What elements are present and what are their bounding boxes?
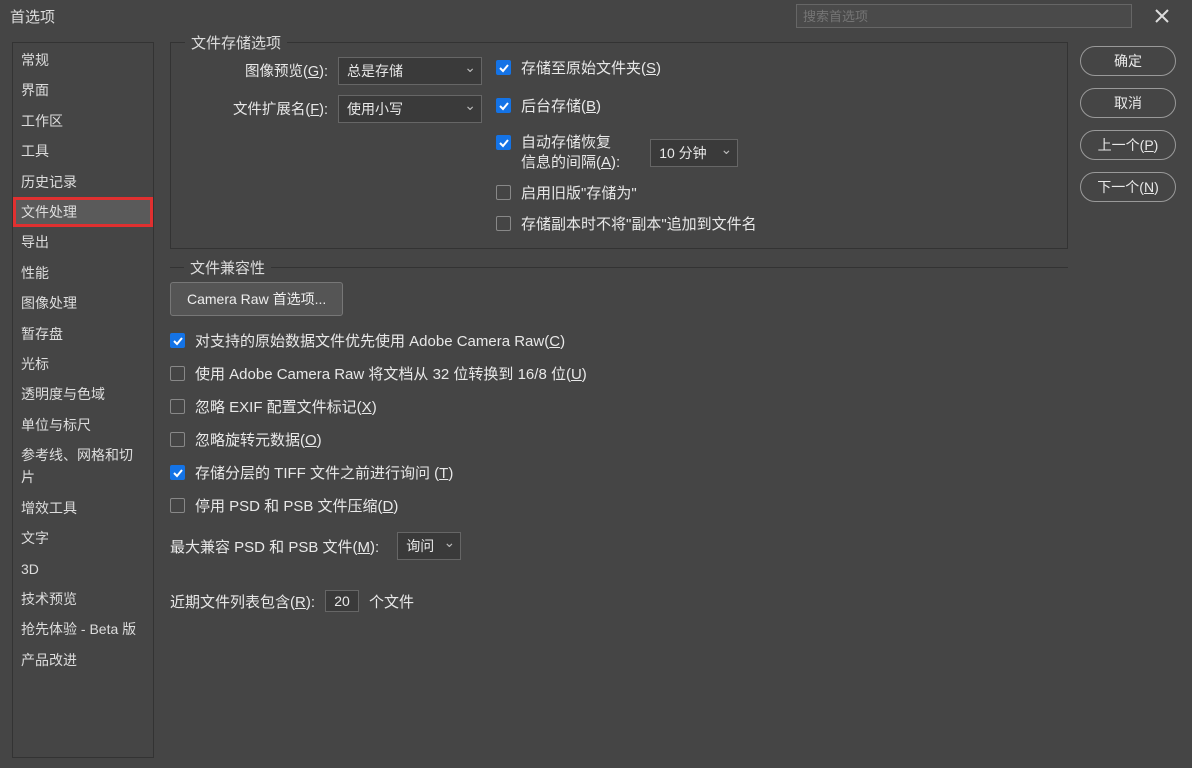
input-recent-count[interactable]: [325, 590, 359, 612]
checkbox-acr-32bit[interactable]: [170, 366, 185, 381]
window-title: 首选项: [10, 6, 55, 27]
label-recent-suffix: 个文件: [369, 591, 414, 612]
sidebar-item-guides[interactable]: 参考线、网格和切片: [13, 440, 153, 493]
sidebar-item-plugins[interactable]: 增效工具: [13, 493, 153, 523]
camera-raw-prefs-button[interactable]: Camera Raw 首选项...: [170, 282, 343, 316]
fieldset-legend-saving: 文件存储选项: [185, 32, 287, 53]
ok-button[interactable]: 确定: [1080, 46, 1176, 76]
label-save-original: 存储至原始文件夹(S): [521, 57, 661, 78]
fieldset-file-compatibility: 文件兼容性 Camera Raw 首选项... 对支持的原始数据文件优先使用 A…: [170, 267, 1068, 626]
label-ignore-rotation: 忽略旋转元数据(O): [195, 429, 322, 450]
label-ignore-exif: 忽略 EXIF 配置文件标记(X): [195, 396, 377, 417]
checkbox-save-original-folder[interactable]: [496, 60, 511, 75]
fieldset-file-saving: 文件存储选项 图像预览(G): 总是存储 存储至原始文件夹(S): [170, 42, 1068, 249]
fieldset-legend-compat: 文件兼容性: [184, 257, 271, 278]
sidebar-item-cursors[interactable]: 光标: [13, 349, 153, 379]
label-background-save: 后台存储(B): [521, 95, 601, 116]
label-recent-files: 近期文件列表包含(R):: [170, 591, 315, 612]
sidebar: 常规 界面 工作区 工具 历史记录 文件处理 导出 性能 图像处理 暂存盘 光标…: [12, 42, 154, 758]
sidebar-item-type[interactable]: 文字: [13, 523, 153, 553]
checkbox-prefer-acr[interactable]: [170, 333, 185, 348]
label-legacy-save-as: 启用旧版"存储为": [521, 182, 637, 203]
select-max-psd-compat[interactable]: 询问: [397, 532, 461, 560]
select-image-preview[interactable]: 总是存储: [338, 57, 482, 85]
cancel-button[interactable]: 取消: [1080, 88, 1176, 118]
sidebar-item-performance[interactable]: 性能: [13, 258, 153, 288]
prev-button[interactable]: 上一个(P): [1080, 130, 1176, 160]
sidebar-item-file-handling[interactable]: 文件处理: [13, 197, 153, 227]
label-image-preview: 图像预览(G):: [183, 57, 338, 81]
label-max-psd-compat: 最大兼容 PSD 和 PSB 文件(M):: [170, 536, 379, 557]
label-tiff-ask: 存储分层的 TIFF 文件之前进行询问 (T): [195, 462, 453, 483]
search-input[interactable]: [796, 4, 1132, 28]
checkbox-background-save[interactable]: [496, 98, 511, 113]
sidebar-item-workspace[interactable]: 工作区: [13, 106, 153, 136]
sidebar-item-beta[interactable]: 抢先体验 - Beta 版: [13, 614, 153, 644]
label-auto-save: 自动存储恢复 信息的间隔(A):: [521, 133, 620, 172]
sidebar-item-export[interactable]: 导出: [13, 227, 153, 257]
titlebar: 首选项: [0, 0, 1192, 32]
label-no-copy-suffix: 存储副本时不将"副本"追加到文件名: [521, 213, 757, 234]
close-icon[interactable]: [1142, 0, 1182, 32]
checkbox-auto-save[interactable]: [496, 135, 511, 150]
label-prefer-acr: 对支持的原始数据文件优先使用 Adobe Camera Raw(C): [195, 330, 565, 351]
sidebar-item-tools[interactable]: 工具: [13, 136, 153, 166]
sidebar-item-history[interactable]: 历史记录: [13, 167, 153, 197]
sidebar-item-product-improvement[interactable]: 产品改进: [13, 645, 153, 675]
label-acr-32bit: 使用 Adobe Camera Raw 将文档从 32 位转换到 16/8 位(…: [195, 363, 587, 384]
label-disable-psd-compression: 停用 PSD 和 PSB 文件压缩(D): [195, 495, 398, 516]
sidebar-item-scratch-disks[interactable]: 暂存盘: [13, 319, 153, 349]
sidebar-item-transparency[interactable]: 透明度与色域: [13, 379, 153, 409]
checkbox-ignore-rotation[interactable]: [170, 432, 185, 447]
sidebar-item-3d[interactable]: 3D: [13, 554, 153, 584]
next-button[interactable]: 下一个(N): [1080, 172, 1176, 202]
checkbox-no-copy-suffix[interactable]: [496, 216, 511, 231]
label-file-extension: 文件扩展名(F):: [183, 95, 338, 119]
checkbox-legacy-save-as[interactable]: [496, 185, 511, 200]
checkbox-ignore-exif[interactable]: [170, 399, 185, 414]
checkbox-disable-psd-compression[interactable]: [170, 498, 185, 513]
sidebar-item-units[interactable]: 单位与标尺: [13, 410, 153, 440]
sidebar-item-tech-preview[interactable]: 技术预览: [13, 584, 153, 614]
sidebar-item-interface[interactable]: 界面: [13, 75, 153, 105]
checkbox-tiff-ask[interactable]: [170, 465, 185, 480]
sidebar-item-general[interactable]: 常规: [13, 45, 153, 75]
select-file-extension[interactable]: 使用小写: [338, 95, 482, 123]
select-auto-save-interval[interactable]: 10 分钟: [650, 139, 738, 167]
sidebar-item-image-processing[interactable]: 图像处理: [13, 288, 153, 318]
